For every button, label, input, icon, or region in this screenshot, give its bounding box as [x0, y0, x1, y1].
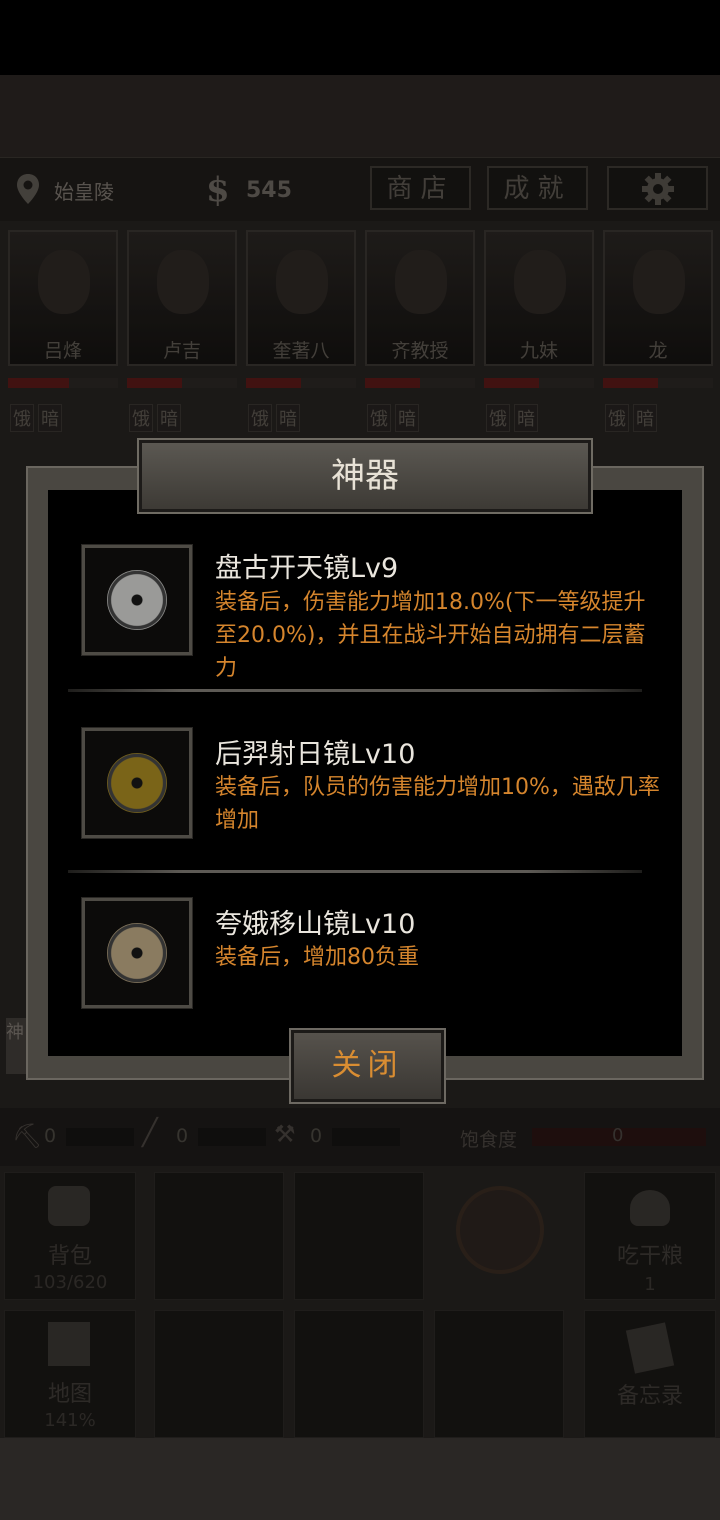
divider — [68, 870, 642, 873]
mirror-icon — [107, 753, 167, 813]
dialog-title-plate: 神器 — [137, 438, 593, 514]
bottom-bar — [0, 1438, 720, 1520]
side-tab-artifact[interactable]: 神 — [6, 1018, 28, 1074]
top-black-bar — [0, 0, 720, 75]
artifact-icon-frame[interactable] — [81, 897, 193, 1009]
artifact-description: 装备后，增加80负重 — [215, 945, 419, 970]
artifact-name: 后羿射日镜Lv10 — [215, 739, 416, 770]
mirror-icon — [107, 570, 167, 630]
artifact-description: 装备后，伤害能力增加18.0%(下一等级提升至20.0%)，并且在战斗开始自动拥… — [215, 590, 646, 681]
artifact-icon-frame[interactable] — [81, 544, 193, 656]
divider — [68, 689, 642, 692]
close-button[interactable]: 关闭 — [289, 1028, 446, 1104]
artifact-name: 夸娥移山镜Lv10 — [215, 909, 416, 940]
artifact-description: 装备后，队员的伤害能力增加10%，遇敌几率增加 — [215, 775, 660, 833]
artifact-name: 盘古开天镜Lv9 — [215, 553, 399, 584]
mirror-icon — [107, 923, 167, 983]
dialog-title: 神器 — [331, 456, 399, 496]
close-button-label: 关闭 — [331, 1048, 404, 1083]
artifact-icon-frame[interactable] — [81, 727, 193, 839]
